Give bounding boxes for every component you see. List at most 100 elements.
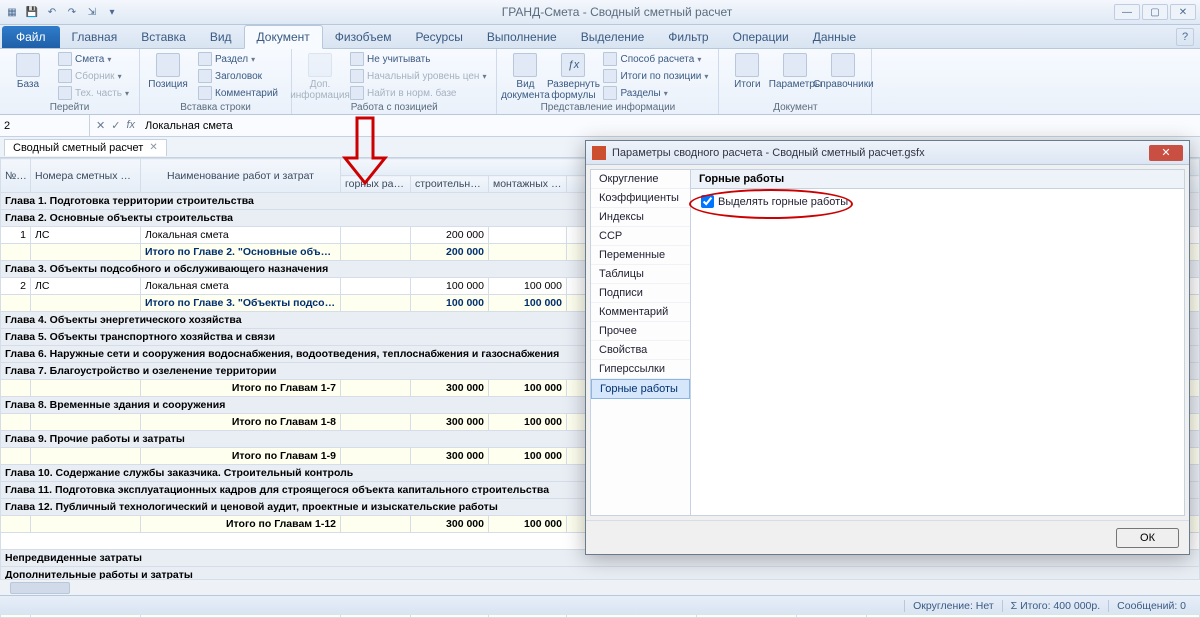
- title-bar: ▦ 💾 ↶ ↷ ⇲ ▾ ГРАНД-Смета - Сводный сметны…: [0, 0, 1200, 25]
- dialog-nav-item[interactable]: Округление: [591, 170, 690, 189]
- expand-formulas-button[interactable]: ƒxРазвернуть формулы: [551, 51, 595, 101]
- minimize-button[interactable]: ―: [1114, 4, 1140, 20]
- col-name[interactable]: Наименование работ и затрат: [141, 159, 341, 193]
- tab-data[interactable]: Данные: [801, 26, 868, 48]
- dialog-nav-item[interactable]: Гиперссылки: [591, 360, 690, 379]
- dialog-close-button[interactable]: ✕: [1149, 145, 1183, 161]
- docview-button[interactable]: Вид документа: [503, 51, 547, 101]
- dialog-content-head: Горные работы: [691, 170, 1184, 189]
- dialog-nav-item[interactable]: Индексы: [591, 208, 690, 227]
- calc-icon: [603, 52, 617, 66]
- accept-icon[interactable]: ✓: [111, 119, 120, 132]
- extra-info-button[interactable]: Доп. информация: [298, 51, 342, 101]
- dialog-nav: ОкруглениеКоэффициентыИндексыССРПеременн…: [591, 170, 691, 515]
- params-dialog: Параметры сводного расчета - Сводный сме…: [585, 140, 1190, 555]
- status-total[interactable]: Σ Итого: 400 000р.: [1002, 600, 1108, 612]
- group-document-label: Документ: [725, 102, 865, 114]
- sheet-tab[interactable]: Сводный сметный расчет✕: [4, 139, 167, 156]
- group-position-label: Работа с позицией: [298, 102, 490, 114]
- col-code[interactable]: Номера сметных расчетов и смет: [31, 159, 141, 193]
- plus-icon: [156, 53, 180, 77]
- dialog-nav-item[interactable]: Коэффициенты: [591, 189, 690, 208]
- gear-icon: [58, 86, 72, 100]
- book-icon: [58, 69, 72, 83]
- file-tab[interactable]: Файл: [2, 26, 60, 48]
- tab-view[interactable]: Вид: [198, 26, 244, 48]
- findnorm-button[interactable]: Найти в норм. базе: [346, 85, 490, 101]
- qat-save-icon[interactable]: 💾: [24, 4, 40, 20]
- refs-button[interactable]: Справочники: [821, 51, 865, 90]
- sbornik-button[interactable]: Сборник: [54, 68, 133, 84]
- ribbon-tabs: Файл Главная Вставка Вид Документ Физобъ…: [0, 25, 1200, 49]
- group-insert-label: Вставка строки: [146, 102, 285, 114]
- dialog-app-icon: [592, 146, 606, 160]
- dialog-nav-item[interactable]: Свойства: [591, 341, 690, 360]
- qat-undo-icon[interactable]: ↶: [44, 4, 60, 20]
- tab-document[interactable]: Документ: [244, 25, 323, 49]
- qat-app-icon[interactable]: ▦: [4, 4, 20, 20]
- comment-button[interactable]: Комментарий: [194, 85, 285, 101]
- col-assembly[interactable]: монтажных работ: [489, 176, 567, 193]
- fx-icon: ƒx: [561, 53, 585, 77]
- dialog-nav-item[interactable]: ССР: [591, 227, 690, 246]
- horizontal-scrollbar[interactable]: [0, 579, 1200, 595]
- col-construction[interactable]: строительных работ: [411, 176, 489, 193]
- dialog-nav-item[interactable]: Таблицы: [591, 265, 690, 284]
- col-num[interactable]: № п.п: [1, 159, 31, 193]
- dialog-title-bar[interactable]: Параметры сводного расчета - Сводный сме…: [586, 141, 1189, 165]
- info-icon: [308, 53, 332, 77]
- itemtotals-button[interactable]: Итоги по позиции: [599, 68, 712, 84]
- dialog-nav-item[interactable]: Прочее: [591, 322, 690, 341]
- params-button[interactable]: Параметры: [773, 51, 817, 90]
- tech-button[interactable]: Тех. часть: [54, 85, 133, 101]
- totals-button[interactable]: Итоги: [725, 51, 769, 90]
- tab-selection[interactable]: Выделение: [569, 26, 657, 48]
- highlight-mining-checkbox[interactable]: Выделять горные работы: [701, 195, 1174, 208]
- base-icon: [16, 53, 40, 77]
- smeta-button[interactable]: Смета: [54, 51, 133, 67]
- status-messages[interactable]: Сообщений: 0: [1108, 600, 1194, 612]
- dialog-nav-item[interactable]: Комментарий: [591, 303, 690, 322]
- ok-button[interactable]: ОК: [1116, 528, 1179, 548]
- scroll-thumb[interactable]: [10, 582, 70, 594]
- cancel-icon[interactable]: ✕: [96, 119, 105, 132]
- qat-dropdown-icon[interactable]: ▾: [104, 4, 120, 20]
- tab-home[interactable]: Главная: [60, 26, 130, 48]
- formula-input[interactable]: Локальная смета: [141, 120, 1200, 132]
- tab-filter[interactable]: Фильтр: [656, 26, 720, 48]
- checkbox-input[interactable]: [701, 195, 714, 208]
- tab-resources[interactable]: Ресурсы: [404, 26, 475, 48]
- base-button[interactable]: База: [6, 51, 50, 90]
- qat-pin-icon[interactable]: ⇲: [84, 4, 100, 20]
- position-button[interactable]: Позиция: [146, 51, 190, 90]
- app-title: ГРАНД-Смета - Сводный сметный расчет: [120, 5, 1114, 19]
- maximize-button[interactable]: ▢: [1142, 4, 1168, 20]
- formula-bar: 2 ✕ ✓ fx Локальная смета: [0, 115, 1200, 137]
- calcmethod-button[interactable]: Способ расчета: [599, 51, 712, 67]
- col-mining[interactable]: горных работ: [341, 176, 411, 193]
- status-rounding[interactable]: Округление: Нет: [904, 600, 1002, 612]
- cell-reference[interactable]: 2: [0, 115, 90, 136]
- fx-label[interactable]: fx: [126, 119, 135, 132]
- tab-insert[interactable]: Вставка: [129, 26, 198, 48]
- tab-operations[interactable]: Операции: [721, 26, 801, 48]
- baselevel-button[interactable]: Начальный уровень цен: [346, 68, 490, 84]
- qat-redo-icon[interactable]: ↷: [64, 4, 80, 20]
- sections-icon: [603, 86, 617, 100]
- quick-access-toolbar: ▦ 💾 ↶ ↷ ⇲ ▾: [4, 4, 120, 20]
- dialog-nav-item[interactable]: Переменные: [591, 246, 690, 265]
- header-button[interactable]: Заголовок: [194, 68, 285, 84]
- close-tab-icon[interactable]: ✕: [149, 142, 157, 153]
- sections-button[interactable]: Разделы: [599, 85, 712, 101]
- view-icon: [513, 53, 537, 77]
- dialog-nav-item[interactable]: Подписи: [591, 284, 690, 303]
- ignore-button[interactable]: Не учитывать: [346, 51, 490, 67]
- tab-execution[interactable]: Выполнение: [475, 26, 569, 48]
- dialog-nav-item[interactable]: Горные работы: [591, 379, 690, 399]
- tab-volume[interactable]: Физобъем: [323, 26, 404, 48]
- section-button[interactable]: Раздел: [194, 51, 285, 67]
- help-button[interactable]: ?: [1176, 28, 1194, 46]
- section-icon: [198, 52, 212, 66]
- header-icon: [198, 69, 212, 83]
- close-button[interactable]: ✕: [1170, 4, 1196, 20]
